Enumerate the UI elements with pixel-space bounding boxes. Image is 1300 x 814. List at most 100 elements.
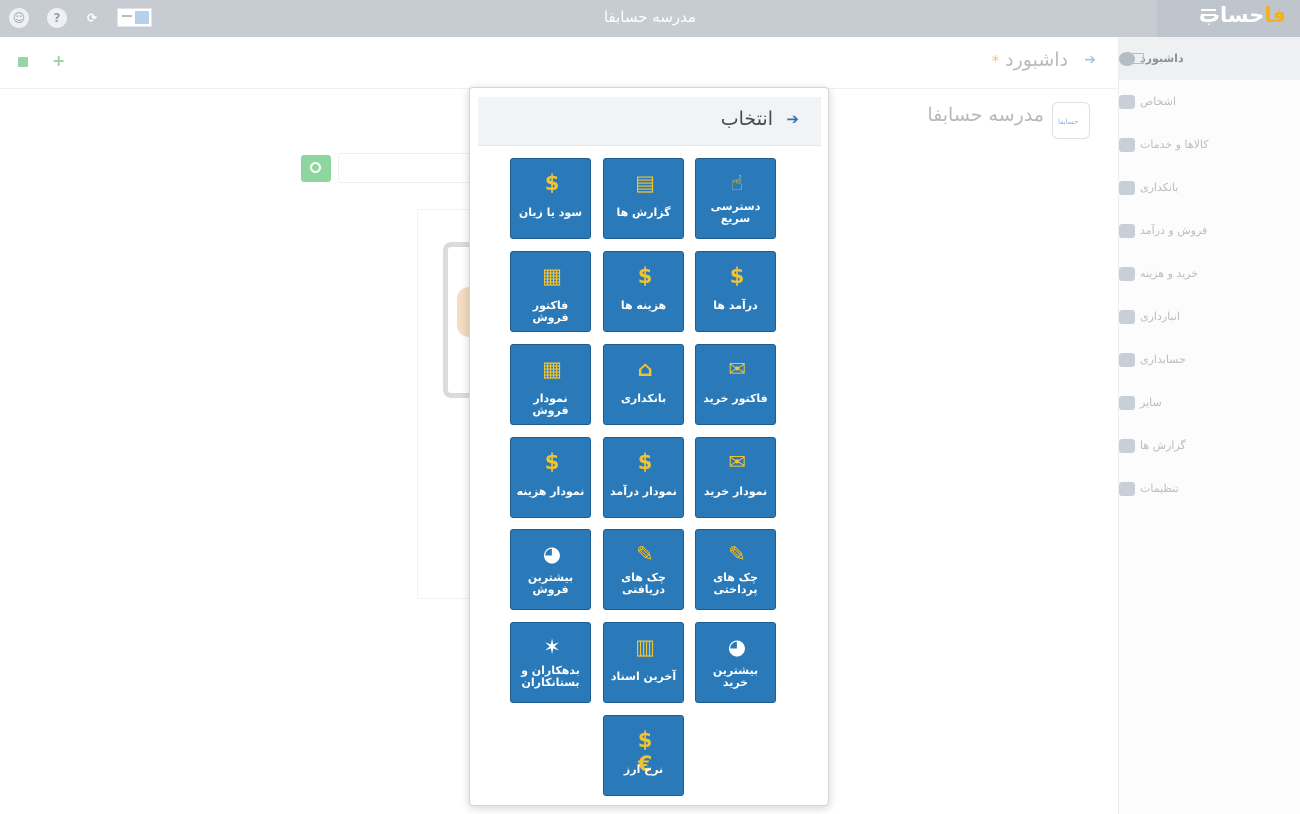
tile-label: چک های دریافتی: [621, 571, 666, 596]
dialog-header: انتخاب ➔: [478, 97, 821, 146]
expense-icon: $: [637, 264, 653, 288]
sidebar-item-label: کالاها و خدمات: [1140, 138, 1209, 151]
business-logo: حسابفا: [1052, 102, 1090, 139]
tile-income-chart[interactable]: $ نمودار درآمد: [603, 437, 684, 518]
profit-loss-icon: $: [544, 171, 560, 195]
business-logo-text: حسابفا: [1058, 118, 1079, 126]
tile-label: نمودار هزینه: [516, 485, 585, 498]
tile-label: بیشترین فروش: [527, 571, 574, 596]
tile-label: گزارش ها: [616, 206, 671, 219]
refresh-icon[interactable]: ⟳: [82, 8, 102, 28]
search-input[interactable]: [338, 153, 473, 183]
tile-label: بیشترین خرید: [712, 664, 759, 689]
tile-sales-chart[interactable]: ▦ نمودار فروش: [510, 344, 591, 425]
content-header: + داشبورد * ➔: [0, 37, 1118, 89]
top-sales-pie-icon: ◕: [542, 542, 562, 566]
tile-label: فاکتور فروش: [532, 299, 569, 324]
tile-exchange-rate[interactable]: $€ نرخ ارز: [603, 715, 684, 796]
tile-latest-documents[interactable]: ▥ آخرین اسناد: [603, 622, 684, 703]
tile-label: نمودار درآمد: [610, 485, 677, 498]
tile-purchase-invoice[interactable]: ✉ فاکتور خرید: [695, 344, 776, 425]
sidebar-item-settings[interactable]: تنظیمات: [1119, 467, 1300, 510]
sidebar-item-label: حسابداری: [1140, 353, 1186, 366]
top-bar: مدرسه حسابفا ☺ ? ⟳ حسابفا: [0, 0, 1300, 37]
tile-income[interactable]: $ درآمد ها: [695, 251, 776, 332]
tile-debtors-creditors[interactable]: ✶ بدهکاران و بستانکاران: [510, 622, 591, 703]
sidebar-item-products[interactable]: کالاها و خدمات: [1119, 123, 1300, 166]
purchase-chart-icon: ✉: [728, 450, 746, 474]
tile-label: چک های پرداختی: [713, 571, 758, 596]
tile-top-sales[interactable]: ◕ بیشترین فروش: [510, 529, 591, 610]
page-title-text: داشبورد: [1005, 49, 1068, 71]
tile-sales-invoice[interactable]: ▦ فاکتور فروش: [510, 251, 591, 332]
sidebar-item-sales[interactable]: فروش و درآمد: [1119, 209, 1300, 252]
sidebar-item-dashboard[interactable]: داشبورد: [1119, 37, 1300, 80]
tile-label: هزینه ها: [620, 299, 667, 312]
language-flag-icon[interactable]: [117, 8, 152, 27]
sidebar-item-label: تنظیمات: [1140, 482, 1179, 495]
help-icon[interactable]: ?: [47, 8, 67, 28]
logo-text: حساب: [1198, 3, 1265, 27]
tile-label: نمودار خرید: [703, 485, 768, 498]
select-widget-dialog: انتخاب ➔ ☝ دسترسی سریع ▤ گزارش ها $ سود …: [469, 87, 829, 806]
tile-label: دسترسی سریع: [710, 200, 761, 225]
sidebar-pin-icon[interactable]: [1132, 53, 1144, 64]
user-avatar-icon[interactable]: ☺: [9, 8, 29, 28]
sales-icon: [1119, 223, 1135, 238]
bank-icon: ⌂: [637, 357, 653, 381]
sidebar-item-label: داشبورد: [1140, 52, 1184, 65]
settings-icon: [1119, 481, 1135, 496]
exchange-rate-icon: $€: [637, 728, 653, 776]
quick-access-icon: ☝: [730, 171, 744, 195]
sales-chart-icon: ▦: [542, 357, 562, 381]
sidebar: داشبورد اشخاص کالاها و خدمات بانکداری فر…: [1118, 37, 1300, 814]
box-icon: [1119, 137, 1135, 152]
tile-purchase-chart[interactable]: ✉ نمودار خرید: [695, 437, 776, 518]
sidebar-item-warehouse[interactable]: انبارداری: [1119, 295, 1300, 338]
sidebar-item-other[interactable]: سایر: [1119, 381, 1300, 424]
sidebar-item-reports[interactable]: گزارش ها: [1119, 424, 1300, 467]
report-icon: ▤: [635, 171, 655, 195]
sidebar-item-label: اشخاص: [1140, 95, 1177, 108]
sidebar-item-purchase[interactable]: خرید و هزینه: [1119, 252, 1300, 295]
business-name: مدرسه حسابفا: [927, 104, 1044, 126]
tile-expenses[interactable]: $ هزینه ها: [603, 251, 684, 332]
sidebar-item-label: سایر: [1140, 396, 1162, 409]
logo-mark: فا: [1264, 3, 1286, 27]
company-title: مدرسه حسابفا: [603, 8, 697, 26]
sidebar-item-label: فروش و درآمد: [1140, 224, 1208, 237]
back-arrow-icon[interactable]: ➔: [786, 110, 799, 128]
tile-label: بدهکاران و بستانکاران: [521, 664, 580, 689]
tile-expense-chart[interactable]: $ نمودار هزینه: [510, 437, 591, 518]
purchase-icon: [1119, 266, 1135, 281]
tile-label: نرخ ارز: [623, 763, 664, 776]
tile-paid-cheques[interactable]: ✎ چک های پرداختی: [695, 529, 776, 610]
app-logo[interactable]: حسابفا: [1199, 3, 1286, 27]
tile-received-cheques[interactable]: ✎ چک های دریافتی: [603, 529, 684, 610]
sales-invoice-icon: ▦: [542, 264, 562, 288]
tile-banking[interactable]: ⌂ بانکداری: [603, 344, 684, 425]
sidebar-item-people[interactable]: اشخاص: [1119, 80, 1300, 123]
back-arrow-icon[interactable]: ➔: [1084, 52, 1096, 68]
people-icon: [1119, 94, 1135, 109]
reports-icon: [1119, 438, 1135, 453]
sidebar-item-banking[interactable]: بانکداری: [1119, 166, 1300, 209]
favorite-star-icon[interactable]: *: [992, 52, 1000, 70]
tile-reports[interactable]: ▤ گزارش ها: [603, 158, 684, 239]
accounting-icon: [1119, 352, 1135, 367]
tile-top-purchase[interactable]: ◕ بیشترین خرید: [695, 622, 776, 703]
tile-quick-access[interactable]: ☝ دسترسی سریع: [695, 158, 776, 239]
top-purchase-pie-icon: ◕: [727, 635, 747, 659]
latest-documents-icon: ▥: [635, 635, 655, 659]
income-chart-icon: $: [637, 450, 653, 474]
save-icon[interactable]: [18, 57, 28, 67]
add-icon[interactable]: +: [52, 51, 65, 70]
sidebar-item-accounting[interactable]: حسابداری: [1119, 338, 1300, 381]
expense-chart-icon: $: [544, 450, 560, 474]
dialog-title: انتخاب: [720, 108, 773, 130]
purchase-invoice-icon: ✉: [728, 357, 746, 381]
paid-cheque-icon: ✎: [728, 542, 746, 566]
tile-profit-loss[interactable]: $ سود یا زیان: [510, 158, 591, 239]
tile-label: بانکداری: [620, 392, 667, 405]
search-button[interactable]: [301, 155, 331, 182]
